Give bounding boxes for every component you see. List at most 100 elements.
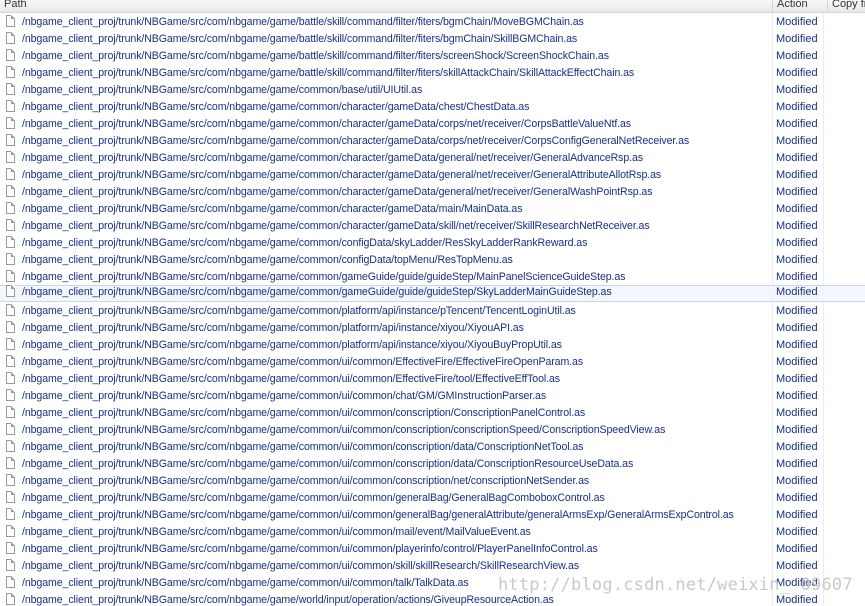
file-action: Modified: [776, 169, 818, 181]
column-header: Path Action Copy fr: [0, 0, 865, 13]
table-row[interactable]: /nbgame_client_proj/trunk/NBGame/src/com…: [0, 523, 865, 540]
table-row[interactable]: /nbgame_client_proj/trunk/NBGame/src/com…: [0, 64, 865, 81]
file-action: Modified: [776, 271, 818, 283]
file-action: Modified: [776, 322, 818, 334]
table-row[interactable]: /nbgame_client_proj/trunk/NBGame/src/com…: [0, 200, 865, 217]
table-row[interactable]: /nbgame_client_proj/trunk/NBGame/src/com…: [0, 421, 865, 438]
table-row[interactable]: /nbgame_client_proj/trunk/NBGame/src/com…: [0, 370, 865, 387]
table-row[interactable]: /nbgame_client_proj/trunk/NBGame/src/com…: [0, 251, 865, 268]
file-icon: [6, 117, 15, 129]
file-action: Modified: [776, 356, 818, 368]
file-icon: [6, 423, 15, 435]
table-row[interactable]: /nbgame_client_proj/trunk/NBGame/src/com…: [0, 268, 865, 285]
table-row[interactable]: /nbgame_client_proj/trunk/NBGame/src/com…: [0, 438, 865, 455]
file-icon: [6, 559, 15, 571]
file-path: /nbgame_client_proj/trunk/NBGame/src/com…: [22, 424, 666, 436]
file-path: /nbgame_client_proj/trunk/NBGame/src/com…: [22, 594, 554, 606]
table-row[interactable]: /nbgame_client_proj/trunk/NBGame/src/com…: [0, 404, 865, 421]
file-action: Modified: [776, 543, 818, 555]
file-path: /nbgame_client_proj/trunk/NBGame/src/com…: [22, 135, 690, 147]
file-action: Modified: [776, 33, 818, 45]
table-row[interactable]: /nbgame_client_proj/trunk/NBGame/src/com…: [0, 149, 865, 166]
table-row[interactable]: /nbgame_client_proj/trunk/NBGame/src/com…: [0, 302, 865, 319]
table-row[interactable]: /nbgame_client_proj/trunk/NBGame/src/com…: [0, 285, 865, 302]
file-path: /nbgame_client_proj/trunk/NBGame/src/com…: [22, 254, 513, 266]
file-action: Modified: [776, 407, 818, 419]
file-icon: [6, 285, 15, 297]
file-path: /nbgame_client_proj/trunk/NBGame/src/com…: [22, 101, 530, 113]
table-row[interactable]: /nbgame_client_proj/trunk/NBGame/src/com…: [0, 455, 865, 472]
table-row[interactable]: /nbgame_client_proj/trunk/NBGame/src/com…: [0, 132, 865, 149]
file-icon: [6, 508, 15, 520]
table-row[interactable]: /nbgame_client_proj/trunk/NBGame/src/com…: [0, 574, 865, 591]
file-path: /nbgame_client_proj/trunk/NBGame/src/com…: [22, 152, 643, 164]
file-path: /nbgame_client_proj/trunk/NBGame/src/com…: [22, 186, 653, 198]
file-icon: [6, 185, 15, 197]
file-action: Modified: [776, 373, 818, 385]
file-icon: [6, 219, 15, 231]
file-path: /nbgame_client_proj/trunk/NBGame/src/com…: [22, 458, 634, 470]
file-path: /nbgame_client_proj/trunk/NBGame/src/com…: [22, 203, 523, 215]
changed-files-list[interactable]: /nbgame_client_proj/trunk/NBGame/src/com…: [0, 13, 865, 606]
file-path: /nbgame_client_proj/trunk/NBGame/src/com…: [22, 339, 562, 351]
file-action: Modified: [776, 458, 818, 470]
file-icon: [6, 83, 15, 95]
table-row[interactable]: /nbgame_client_proj/trunk/NBGame/src/com…: [0, 336, 865, 353]
file-action: Modified: [776, 492, 818, 504]
table-row[interactable]: /nbgame_client_proj/trunk/NBGame/src/com…: [0, 234, 865, 251]
table-row[interactable]: /nbgame_client_proj/trunk/NBGame/src/com…: [0, 13, 865, 30]
file-path: /nbgame_client_proj/trunk/NBGame/src/com…: [22, 118, 631, 130]
table-row[interactable]: /nbgame_client_proj/trunk/NBGame/src/com…: [0, 30, 865, 47]
column-header-path[interactable]: Path: [0, 0, 773, 12]
file-icon: [6, 49, 15, 61]
table-row[interactable]: /nbgame_client_proj/trunk/NBGame/src/com…: [0, 489, 865, 506]
table-row[interactable]: /nbgame_client_proj/trunk/NBGame/src/com…: [0, 217, 865, 234]
table-row[interactable]: /nbgame_client_proj/trunk/NBGame/src/com…: [0, 81, 865, 98]
table-row[interactable]: /nbgame_client_proj/trunk/NBGame/src/com…: [0, 540, 865, 557]
file-path: /nbgame_client_proj/trunk/NBGame/src/com…: [22, 373, 560, 385]
file-icon: [6, 270, 15, 282]
file-icon: [6, 338, 15, 350]
file-icon: [6, 576, 15, 588]
file-path: /nbgame_client_proj/trunk/NBGame/src/com…: [22, 322, 524, 334]
table-row[interactable]: /nbgame_client_proj/trunk/NBGame/src/com…: [0, 353, 865, 370]
table-row[interactable]: /nbgame_client_proj/trunk/NBGame/src/com…: [0, 47, 865, 64]
table-row[interactable]: /nbgame_client_proj/trunk/NBGame/src/com…: [0, 115, 865, 132]
file-path: /nbgame_client_proj/trunk/NBGame/src/com…: [22, 286, 612, 298]
file-action: Modified: [776, 84, 818, 96]
file-icon: [6, 389, 15, 401]
table-row[interactable]: /nbgame_client_proj/trunk/NBGame/src/com…: [0, 183, 865, 200]
table-row[interactable]: /nbgame_client_proj/trunk/NBGame/src/com…: [0, 98, 865, 115]
file-icon: [6, 100, 15, 112]
table-row[interactable]: /nbgame_client_proj/trunk/NBGame/src/com…: [0, 506, 865, 523]
file-path: /nbgame_client_proj/trunk/NBGame/src/com…: [22, 577, 469, 589]
file-icon: [6, 236, 15, 248]
file-action: Modified: [776, 203, 818, 215]
file-path: /nbgame_client_proj/trunk/NBGame/src/com…: [22, 305, 576, 317]
file-path: /nbgame_client_proj/trunk/NBGame/src/com…: [22, 356, 584, 368]
table-row[interactable]: /nbgame_client_proj/trunk/NBGame/src/com…: [0, 472, 865, 489]
file-action: Modified: [776, 220, 818, 232]
file-path: /nbgame_client_proj/trunk/NBGame/src/com…: [22, 509, 734, 521]
file-action: Modified: [776, 254, 818, 266]
table-row[interactable]: /nbgame_client_proj/trunk/NBGame/src/com…: [0, 319, 865, 336]
table-row[interactable]: /nbgame_client_proj/trunk/NBGame/src/com…: [0, 387, 865, 404]
column-header-action[interactable]: Action: [773, 0, 828, 12]
file-path: /nbgame_client_proj/trunk/NBGame/src/com…: [22, 407, 586, 419]
table-row[interactable]: /nbgame_client_proj/trunk/NBGame/src/com…: [0, 557, 865, 574]
file-path: /nbgame_client_proj/trunk/NBGame/src/com…: [22, 560, 579, 572]
file-path: /nbgame_client_proj/trunk/NBGame/src/com…: [22, 50, 609, 62]
file-path: /nbgame_client_proj/trunk/NBGame/src/com…: [22, 33, 578, 45]
file-path: /nbgame_client_proj/trunk/NBGame/src/com…: [22, 271, 626, 283]
file-action: Modified: [776, 526, 818, 538]
file-icon: [6, 474, 15, 486]
file-icon: [6, 457, 15, 469]
file-action: Modified: [776, 152, 818, 164]
file-path: /nbgame_client_proj/trunk/NBGame/src/com…: [22, 237, 588, 249]
column-header-copy-from[interactable]: Copy fr: [828, 0, 865, 12]
file-action: Modified: [776, 286, 818, 298]
table-row[interactable]: /nbgame_client_proj/trunk/NBGame/src/com…: [0, 591, 865, 606]
table-row[interactable]: /nbgame_client_proj/trunk/NBGame/src/com…: [0, 166, 865, 183]
file-icon: [6, 15, 15, 27]
file-action: Modified: [776, 237, 818, 249]
